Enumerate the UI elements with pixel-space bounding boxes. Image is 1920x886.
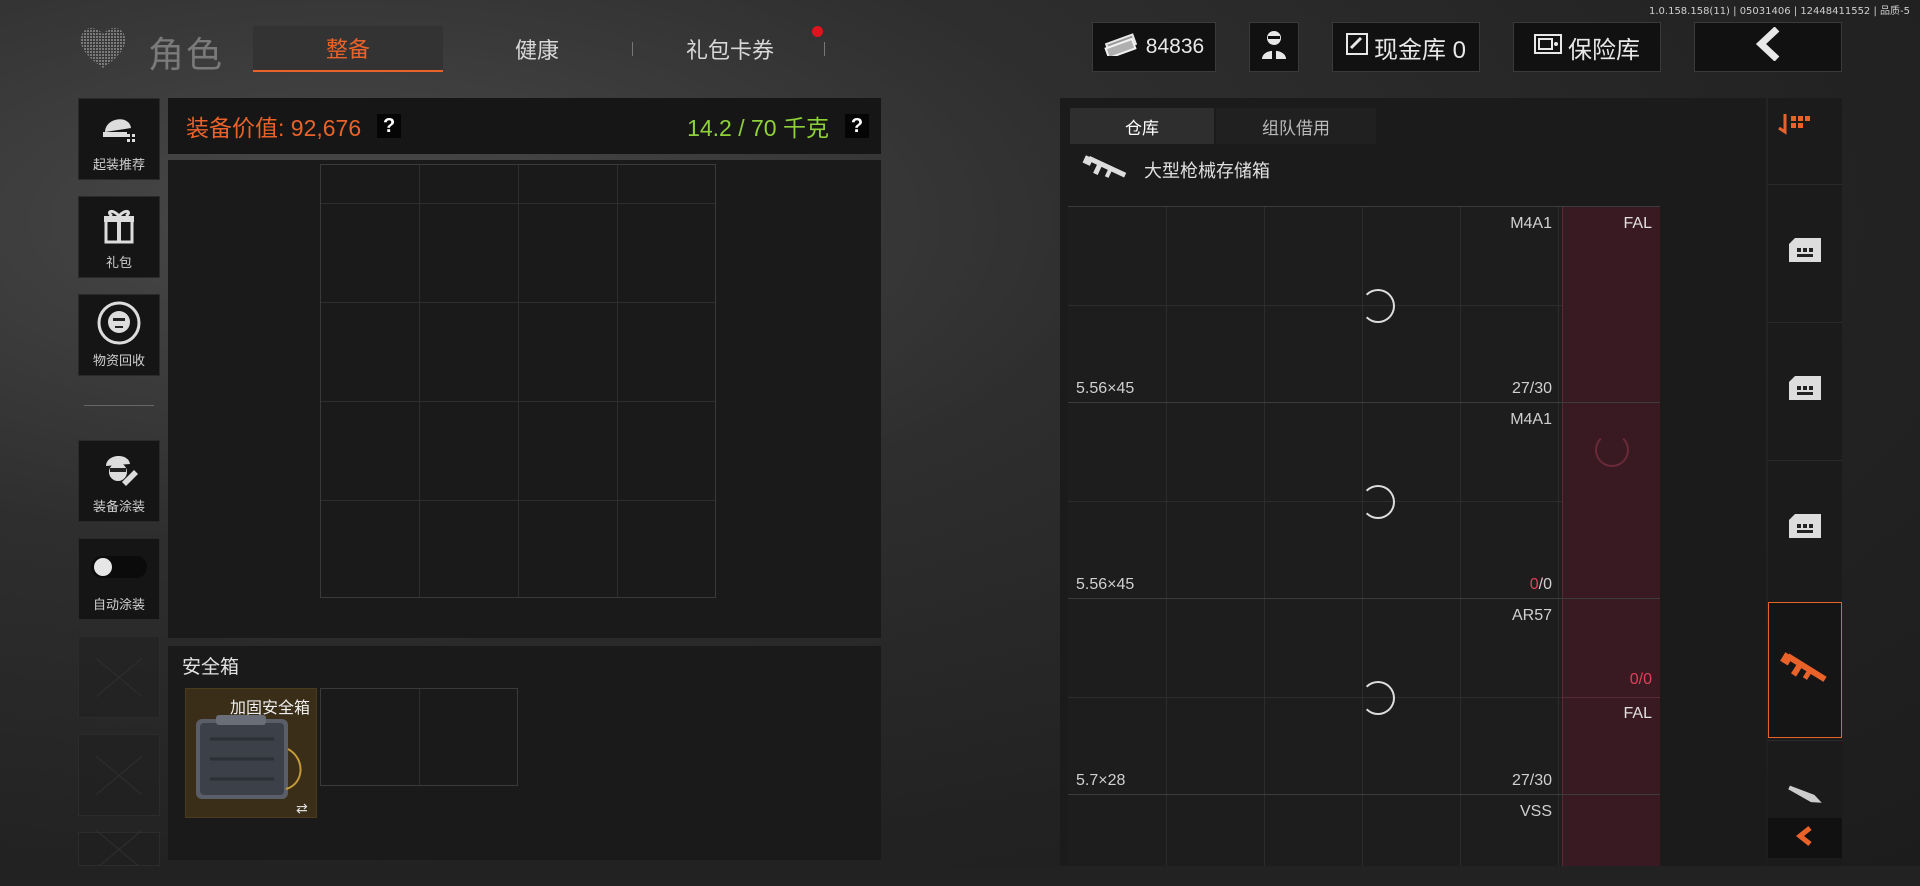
loading-spinner	[1361, 681, 1395, 715]
loading-spinner	[1361, 485, 1395, 519]
backpack-grid[interactable]	[320, 164, 716, 598]
gun-name: M4A1	[1510, 215, 1552, 232]
container-name: 大型枪械存储箱	[1144, 161, 1270, 181]
agent-icon	[1259, 28, 1289, 67]
ammo-type: 5.56×45	[1076, 576, 1135, 593]
side-gun-name: FAL	[1623, 215, 1652, 232]
tab-health[interactable]: 健康	[462, 26, 612, 72]
agent-button[interactable]	[1249, 22, 1299, 72]
side-gun-name: FAL	[1623, 705, 1652, 722]
ammo-crate-icon	[1785, 374, 1825, 407]
category-ammo-crate[interactable]	[1768, 460, 1842, 596]
empty-slot	[78, 832, 160, 866]
notification-dot	[812, 26, 823, 37]
tab-divider	[632, 42, 633, 56]
side-ammo-count: 0/0	[1629, 671, 1652, 688]
category-ammo-crate[interactable]	[1768, 322, 1842, 458]
category-ammo-crate[interactable]	[1768, 184, 1842, 320]
auto-paint-toggle[interactable]: 自动涂装	[78, 538, 160, 620]
tab-divider	[824, 42, 825, 56]
category-knife[interactable]	[1768, 740, 1842, 816]
rifle-icon	[1780, 648, 1830, 693]
empty-slot	[78, 636, 160, 718]
side-weapon-slot[interactable]	[1562, 403, 1660, 598]
sidebar-item-label: 礼包	[105, 255, 132, 270]
currency-display[interactable]: 84836	[1092, 22, 1216, 72]
helmet-gear-icon	[79, 99, 159, 154]
equipment-value: 装备价值: 92,676	[186, 115, 362, 141]
back-button[interactable]	[1694, 22, 1842, 72]
loading-spinner	[1361, 289, 1395, 323]
ammo-crate-icon	[1785, 236, 1825, 269]
sidebar-item-label: 起装推荐	[92, 157, 145, 172]
tab-team-borrow[interactable]: 组队借用	[1216, 108, 1376, 144]
sidebar-item-label: 装备涂装	[92, 499, 145, 514]
list-item[interactable]: M4A1 5.56×45 27/30 FAL	[1068, 206, 1660, 402]
safe-icon	[1534, 33, 1562, 62]
loading-spinner	[1595, 433, 1629, 467]
rifle-icon	[1082, 152, 1130, 191]
recycle-icon	[79, 295, 159, 350]
chevron-left-icon	[1795, 825, 1814, 851]
list-item[interactable]: M4A1 5.56×45 0/0	[1068, 402, 1660, 598]
swap-icon[interactable]: ⇄	[296, 800, 308, 817]
safe-label: 保险库	[1568, 36, 1640, 64]
cash-vault-button[interactable]: 现金库 0	[1332, 22, 1480, 72]
secure-case-name: 加固安全箱	[229, 700, 310, 717]
gift-icon	[79, 197, 159, 252]
weight-help-button[interactable]: ?	[845, 114, 869, 138]
sidebar-item-label: 自动涂装	[92, 597, 145, 612]
ammo-crate-icon	[1785, 512, 1825, 545]
weight-capacity: 14.2 / 70 千克	[687, 115, 829, 141]
version-info: 1.0.158.158(11) | 05031406 | 12448411552…	[1649, 6, 1910, 17]
ammo-count-max: /0	[1538, 576, 1552, 593]
character-logo-icon	[78, 24, 128, 70]
category-rifle[interactable]	[1768, 602, 1842, 738]
ammo-type: 5.7×28	[1076, 772, 1126, 789]
tab-equip[interactable]: 整备	[253, 26, 443, 72]
sort-icon[interactable]	[1775, 108, 1823, 147]
weapon-list: M4A1 5.56×45 27/30 FAL M4A1 5.56×45 0/0 …	[1068, 206, 1660, 886]
sidebar-item-label: 物资回收	[92, 353, 145, 368]
gun-name: VSS	[1519, 803, 1552, 820]
empty-slot	[78, 734, 160, 816]
tab-warehouse[interactable]: 仓库	[1070, 108, 1214, 144]
side-weapon-slot[interactable]: FAL	[1562, 207, 1660, 402]
vault-label: 现金库 0	[1373, 36, 1466, 64]
sidebar-divider	[84, 405, 154, 406]
currency-amount: 84836	[1145, 35, 1205, 58]
soldier-paint-icon	[79, 441, 159, 496]
gun-name: M4A1	[1510, 411, 1552, 428]
ammo-count: 27/30	[1511, 772, 1552, 789]
ammo-count: 0/0	[1530, 576, 1552, 594]
loadout-recommend-button[interactable]: 起装推荐	[78, 98, 160, 180]
back-arrow-icon	[1753, 25, 1783, 68]
recycle-button[interactable]: 物资回收	[78, 294, 160, 376]
ammo-count-current: 0	[1529, 576, 1539, 593]
value-help-button[interactable]: ?	[377, 114, 402, 138]
cash-icon	[1104, 32, 1138, 63]
side-weapon-slot[interactable]: 0/0 FAL	[1562, 599, 1660, 794]
page-title: 角色	[148, 34, 225, 75]
tab-gift-coupons[interactable]: 礼包卡券	[640, 26, 820, 72]
safe-box-button[interactable]: 保险库	[1513, 22, 1661, 72]
equipment-summary: 装备价值: 92,676 ? 14.2 / 70 千克 ?	[168, 98, 881, 154]
ammo-type: 5.56×45	[1076, 380, 1135, 397]
list-item[interactable]: AR57 5.7×28 27/30 0/0 FAL	[1068, 598, 1660, 794]
bottom-bar	[0, 866, 1920, 886]
secure-title: 安全箱	[182, 657, 240, 678]
knife-icon	[1783, 781, 1827, 816]
collapse-button[interactable]	[1768, 818, 1842, 858]
toggle-switch[interactable]	[91, 555, 147, 578]
gift-button[interactable]: 礼包	[78, 196, 160, 278]
equipment-paint-button[interactable]: 装备涂装	[78, 440, 160, 522]
gun-name: AR57	[1511, 607, 1552, 624]
secure-case-slots[interactable]	[320, 688, 518, 786]
vault-icon	[1345, 32, 1368, 62]
ammo-count: 27/30	[1511, 380, 1552, 397]
